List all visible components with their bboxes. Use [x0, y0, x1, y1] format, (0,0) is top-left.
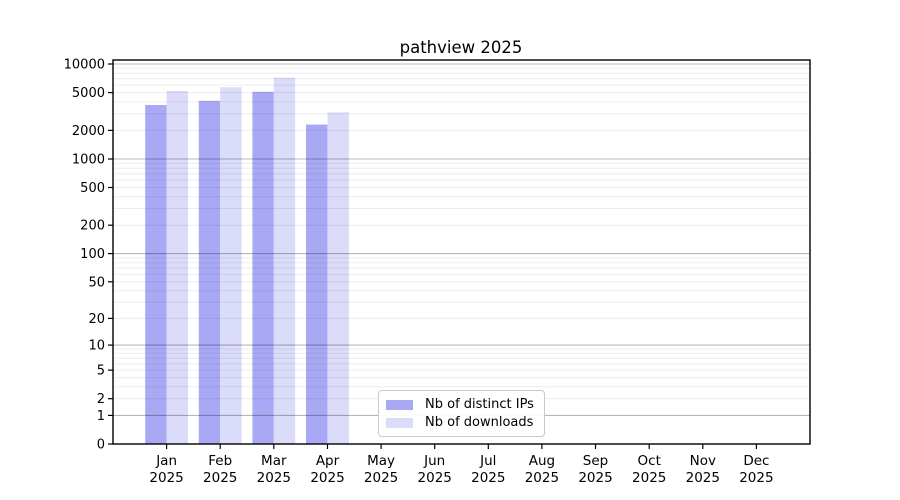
y-tick-label: 100 [80, 247, 105, 262]
x-axis: Jan2025Feb2025Mar2025Apr2025May2025Jun20… [149, 444, 774, 486]
y-tick-label: 200 [80, 219, 105, 234]
legend: Nb of distinct IPs Nb of downloads [378, 390, 545, 437]
y-axis: 100005000200010005002001005020105210 [64, 58, 113, 453]
bars [145, 77, 349, 445]
y-tick-label: 1000 [72, 153, 105, 168]
y-tick-label: 2 [97, 392, 105, 407]
legend-label-downloads: Nb of downloads [425, 415, 534, 430]
x-tick-label-month: Feb [208, 453, 232, 469]
y-tick-label: 1 [97, 409, 105, 424]
chart-title: pathview 2025 [400, 38, 523, 57]
y-tick-label: 10 [88, 339, 105, 354]
x-tick-label-year: 2025 [686, 470, 720, 486]
x-tick-label-year: 2025 [203, 470, 237, 486]
x-tick-label-month: Apr [316, 453, 340, 469]
x-tick-label-month: Jan [155, 453, 177, 469]
x-tick-label-month: Oct [638, 453, 661, 469]
x-tick-label-year: 2025 [471, 470, 505, 486]
legend-label-distinct-ips: Nb of distinct IPs [425, 397, 534, 412]
legend-item-downloads: Nb of downloads [386, 416, 544, 429]
x-tick-label-year: 2025 [149, 470, 183, 486]
x-tick-label-month: May [367, 453, 395, 469]
y-tick-label: 50 [88, 275, 105, 290]
bar-downloads-jan [166, 91, 188, 444]
y-tick-label: 500 [80, 181, 105, 196]
y-tick-label: 10000 [64, 58, 105, 73]
x-tick-label-month: Mar [261, 453, 287, 469]
bar-ips-apr [306, 124, 328, 444]
x-tick-label-year: 2025 [310, 470, 344, 486]
x-tick-label-year: 2025 [578, 470, 612, 486]
x-tick-label-month: Dec [743, 453, 769, 469]
x-tick-label-year: 2025 [525, 470, 559, 486]
x-tick-label-month: Nov [690, 453, 716, 469]
y-tick-label: 20 [88, 312, 105, 327]
y-tick-label: 5000 [72, 86, 105, 101]
x-tick-label-year: 2025 [257, 470, 291, 486]
legend-swatch-distinct-ips [386, 399, 413, 410]
x-tick-label-year: 2025 [418, 470, 452, 486]
x-tick-label-year: 2025 [632, 470, 666, 486]
bar-downloads-mar [273, 77, 296, 444]
x-tick-label-month: Jul [479, 453, 496, 469]
bar-downloads-feb [220, 87, 242, 444]
bar-ips-feb [198, 100, 221, 445]
y-tick-label: 2000 [72, 124, 105, 139]
x-tick-label-month: Sep [583, 453, 608, 469]
bar-downloads-apr [327, 112, 349, 445]
x-tick-label-year: 2025 [364, 470, 398, 486]
y-tick-label: 0 [97, 438, 105, 453]
x-tick-label-year: 2025 [739, 470, 773, 486]
download-stats-figure: pathview 2025 10000 5000 2000 1000 500 200 100… [0, 0, 900, 500]
legend-item-distinct-ips: Nb of distinct IPs [386, 398, 544, 411]
x-tick-label-month: Jun [423, 453, 445, 469]
y-tick-label: 5 [97, 364, 105, 379]
x-tick-label-month: Aug [529, 453, 555, 469]
legend-swatch-downloads [386, 417, 413, 428]
